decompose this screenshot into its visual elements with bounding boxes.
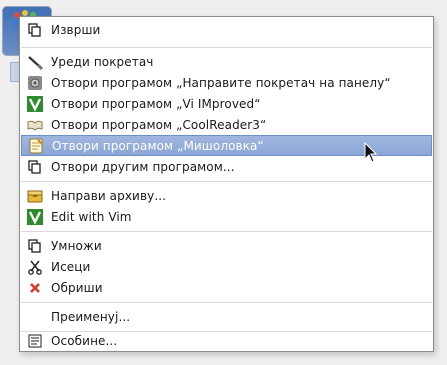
- book-icon: [27, 117, 43, 133]
- execute-label: Изврши: [51, 22, 101, 37]
- dot-icon: [12, 20, 18, 26]
- menu-separator: [21, 231, 432, 232]
- vim-icon: [27, 95, 43, 112]
- vim-icon: [27, 208, 43, 225]
- cut-label: Исеци: [51, 259, 91, 274]
- menu-separator: [21, 302, 432, 303]
- open-with-other-label: Отвори другим програмом...: [51, 159, 235, 174]
- copy-icon: [27, 159, 43, 175]
- open-with-mousepad-label: Отвори програмом „Мишоловка“: [52, 138, 264, 153]
- create-archive-item[interactable]: Направи архиву...: [21, 185, 432, 206]
- properties-item[interactable]: Особине...: [21, 330, 432, 351]
- open-with-panel-launcher-item[interactable]: Отвори програмом „Направите покретач на …: [21, 72, 432, 93]
- delete-item[interactable]: Обриши: [21, 277, 432, 298]
- scissors-icon: [27, 259, 43, 275]
- mouse-pointer-icon: [364, 142, 378, 163]
- delete-x-icon: [27, 280, 43, 296]
- brush-icon: [27, 54, 43, 70]
- properties-icon: [27, 333, 43, 349]
- edit-with-vim-item[interactable]: Edit with Vim: [21, 206, 432, 227]
- edit-launcher-label: Уреди покретач: [51, 54, 154, 69]
- rename-item[interactable]: Преименуј...: [21, 306, 432, 327]
- open-with-panel-launcher-label: Отвори програмом „Направите покретач на …: [51, 75, 391, 90]
- notepad-icon: [28, 138, 44, 154]
- properties-label: Особине...: [51, 333, 118, 348]
- duplicate-label: Умножи: [51, 238, 102, 253]
- open-with-coolreader-label: Отвори програмом „CoolReader3“: [51, 117, 267, 132]
- menu-separator: [21, 47, 432, 48]
- execute-item[interactable]: Изврши: [21, 19, 432, 40]
- open-with-coolreader-item[interactable]: Отвори програмом „CoolReader3“: [21, 114, 432, 135]
- edit-launcher-item[interactable]: Уреди покретач: [21, 51, 432, 72]
- copy-icon: [27, 22, 43, 38]
- context-menu: Изврши Уреди покретач Отвори програмом „…: [19, 16, 434, 352]
- duplicate-item[interactable]: Умножи: [21, 235, 432, 256]
- duplicate-icon: [27, 238, 43, 254]
- archive-icon: [27, 188, 43, 204]
- open-with-vim-label: Отвори програмом „Vi IMproved“: [51, 96, 261, 111]
- create-archive-label: Направи архиву...: [51, 188, 167, 203]
- cut-item[interactable]: Исеци: [21, 256, 432, 277]
- rename-label: Преименуј...: [51, 309, 131, 324]
- open-with-vim-item[interactable]: Отвори програмом „Vi IMproved“: [21, 93, 432, 114]
- menu-separator: [21, 181, 432, 182]
- delete-label: Обриши: [51, 280, 103, 295]
- empty-icon-slot: [27, 309, 43, 325]
- edit-with-vim-label: Edit with Vim: [51, 209, 132, 224]
- gear-app-icon: [27, 75, 43, 91]
